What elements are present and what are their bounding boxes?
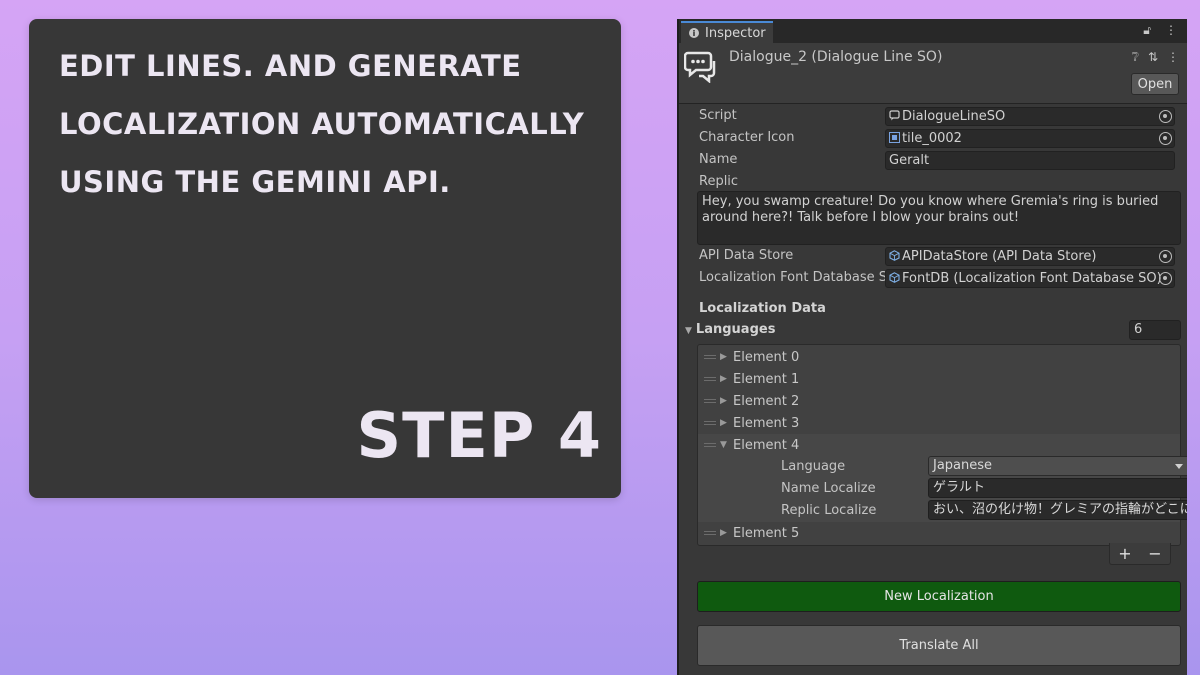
element-label: Element 1 <box>733 371 800 387</box>
font-database-label: Localization Font Database S <box>699 270 887 285</box>
replic-localize-field[interactable]: おい、沼の化け物！グレミアの指輪がどこに <box>928 500 1187 520</box>
inspector-header: Dialogue_2 (Dialogue Line SO) ❔︎ ⇅ ⋮ Ope… <box>679 43 1187 104</box>
foldout-collapsed-icon[interactable]: ▶ <box>720 528 730 538</box>
open-button[interactable]: Open <box>1131 73 1179 95</box>
object-picker-icon[interactable] <box>1159 272 1172 285</box>
list-item[interactable]: ▶ Element 2 <box>698 390 1180 412</box>
list-item[interactable]: ▶ Element 3 <box>698 412 1180 434</box>
localization-data-heading: Localization Data <box>699 301 826 316</box>
lock-icon[interactable]: 🔓︎ <box>1143 23 1151 38</box>
list-item[interactable]: ▼ Element 4 <box>698 434 1180 456</box>
promo-line-2: LOCALIZATION AUTOMATICALLY <box>59 107 585 141</box>
api-data-store-label: API Data Store <box>699 248 794 263</box>
settings-icon[interactable]: ⇅ <box>1148 50 1158 65</box>
name-localize-label: Name Localize <box>781 481 876 496</box>
info-icon: i <box>689 28 699 38</box>
kebab-menu-icon[interactable]: ⋮ <box>1167 50 1179 65</box>
object-picker-icon[interactable] <box>1159 132 1172 145</box>
foldout-collapsed-icon[interactable]: ▶ <box>720 374 730 384</box>
api-data-store-field[interactable]: APIDataStore (API Data Store) <box>885 247 1175 266</box>
remove-element-button[interactable]: − <box>1148 544 1161 563</box>
object-picker-icon[interactable] <box>1159 110 1172 123</box>
character-icon-value: tile_0002 <box>902 131 962 146</box>
new-localization-button[interactable]: New Localization <box>697 581 1181 612</box>
element-label: Element 3 <box>733 415 800 431</box>
scriptable-object-icon <box>889 272 900 283</box>
scriptable-object-icon <box>889 250 900 261</box>
script-field[interactable]: DialogueLineSO <box>885 107 1175 126</box>
drag-handle-icon[interactable] <box>704 355 716 359</box>
drag-handle-icon[interactable] <box>704 421 716 425</box>
replic-localize-label: Replic Localize <box>781 503 877 518</box>
object-title: Dialogue_2 (Dialogue Line SO) <box>729 49 943 65</box>
script-value: DialogueLineSO <box>902 109 1006 124</box>
add-element-button[interactable]: + <box>1118 544 1131 563</box>
sprite-icon <box>889 132 900 143</box>
list-item[interactable]: ▶ Element 0 <box>698 346 1180 368</box>
object-picker-icon[interactable] <box>1159 250 1172 263</box>
dropdown-arrow-icon <box>1175 464 1183 469</box>
tab-label: Inspector <box>705 25 766 41</box>
dialogue-so-icon <box>684 51 716 83</box>
inspector-window: i Inspector 🔓︎ ⋮ Dialogue_2 (Dialogue Li… <box>677 19 1187 675</box>
script-icon <box>889 110 900 121</box>
tab-bar: i Inspector 🔓︎ ⋮ <box>679 19 1187 43</box>
foldout-collapsed-icon[interactable]: ▶ <box>720 396 730 406</box>
api-data-store-value: APIDataStore (API Data Store) <box>902 249 1097 264</box>
replic-textarea[interactable]: Hey, you swamp creature! Do you know whe… <box>697 191 1181 245</box>
character-icon-field[interactable]: tile_0002 <box>885 129 1175 148</box>
tab-inspector[interactable]: i Inspector <box>681 21 773 43</box>
list-add-remove-controls: + − <box>1109 543 1171 565</box>
font-database-value: FontDB (Localization Font Database SO) <box>902 271 1162 286</box>
promo-line-1: EDIT LINES. AND GENERATE <box>59 49 522 83</box>
element-label: Element 5 <box>733 525 800 541</box>
element-label: Element 4 <box>733 437 800 453</box>
drag-handle-icon[interactable] <box>704 399 716 403</box>
character-icon-label: Character Icon <box>699 130 795 145</box>
name-localize-field[interactable]: ゲラルト <box>928 478 1187 498</box>
element-label: Element 2 <box>733 393 800 409</box>
foldout-expanded-icon[interactable]: ▼ <box>720 440 730 450</box>
font-database-field[interactable]: FontDB (Localization Font Database SO) <box>885 269 1175 288</box>
replic-label: Replic <box>699 174 739 189</box>
languages-count-field[interactable]: 6 <box>1129 320 1181 340</box>
promo-line-3: USING THE GEMINI API. <box>59 165 451 199</box>
script-label: Script <box>699 108 737 123</box>
element-label: Element 0 <box>733 349 800 365</box>
foldout-collapsed-icon[interactable]: ▶ <box>720 418 730 428</box>
drag-handle-icon[interactable] <box>704 531 716 535</box>
language-value: Japanese <box>933 458 993 473</box>
list-item[interactable]: ▶ Element 1 <box>698 368 1180 390</box>
foldout-collapsed-icon[interactable]: ▶ <box>720 352 730 362</box>
language-label: Language <box>781 459 846 474</box>
step-label: STEP 4 <box>356 399 602 472</box>
languages-label: Languages <box>695 322 776 337</box>
list-item[interactable]: ▶ Element 5 <box>698 522 1180 544</box>
languages-list: ▶ Element 0 ▶ Element 1 ▶ Element 2 ▶ El… <box>697 344 1187 546</box>
kebab-menu-icon[interactable]: ⋮ <box>1165 23 1177 38</box>
help-icon[interactable]: ❔︎ <box>1132 50 1139 65</box>
name-label: Name <box>699 152 738 167</box>
language-dropdown[interactable]: Japanese <box>928 456 1187 476</box>
languages-foldout[interactable]: ▼ Languages <box>685 322 775 337</box>
translate-all-button[interactable]: Translate All <box>697 625 1181 666</box>
foldout-expanded-icon: ▼ <box>685 326 692 336</box>
name-value: Geralt <box>889 153 930 168</box>
promo-card: EDIT LINES. AND GENERATE LOCALIZATION AU… <box>29 19 621 498</box>
drag-handle-icon[interactable] <box>704 443 716 447</box>
drag-handle-icon[interactable] <box>704 377 716 381</box>
name-field[interactable]: Geralt <box>885 151 1175 170</box>
